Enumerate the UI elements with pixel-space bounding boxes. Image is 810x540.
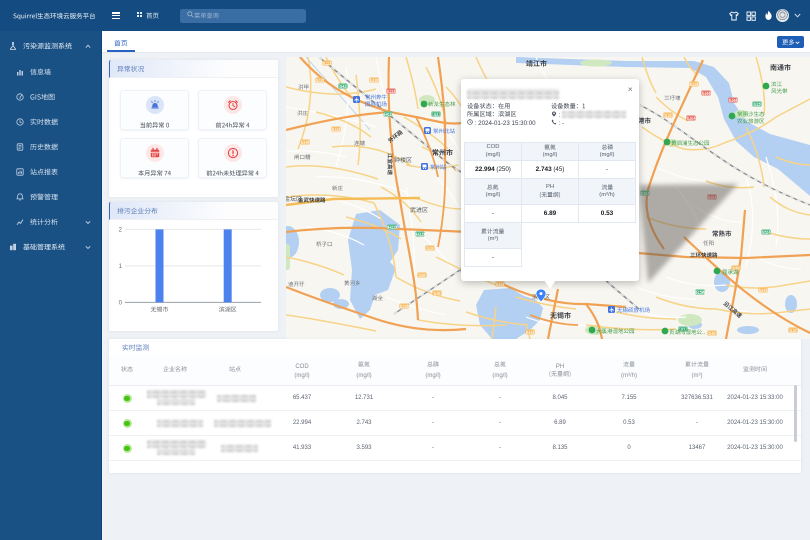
svg-text:S343: S343 bbox=[759, 289, 767, 293]
svg-text:S340: S340 bbox=[301, 141, 309, 145]
svg-text:G524: G524 bbox=[762, 231, 771, 235]
svg-text:S19: S19 bbox=[790, 329, 796, 333]
svg-text:G15W: G15W bbox=[695, 291, 706, 295]
svg-text:G346: G346 bbox=[729, 99, 738, 103]
svg-text:1: 1 bbox=[119, 264, 123, 270]
svg-text:S338: S338 bbox=[690, 83, 698, 87]
svg-text:2: 2 bbox=[119, 228, 123, 234]
svg-text:S239: S239 bbox=[316, 79, 324, 83]
svg-text:S19: S19 bbox=[665, 114, 671, 118]
svg-text:S338: S338 bbox=[370, 79, 378, 83]
svg-text:G15: G15 bbox=[754, 103, 761, 107]
svg-text:S58: S58 bbox=[419, 274, 425, 278]
svg-text:G346: G346 bbox=[702, 92, 711, 96]
svg-text:S122: S122 bbox=[323, 62, 331, 66]
svg-text:S230: S230 bbox=[400, 305, 408, 309]
svg-text:G4221: G4221 bbox=[415, 233, 426, 237]
svg-text:S232: S232 bbox=[332, 128, 340, 132]
svg-text:S342: S342 bbox=[496, 283, 504, 287]
svg-text:G2: G2 bbox=[434, 113, 439, 117]
svg-text:G4221: G4221 bbox=[387, 226, 398, 230]
svg-text:G4011: G4011 bbox=[383, 113, 393, 117]
svg-text:G233: G233 bbox=[387, 90, 396, 94]
svg-text:G204: G204 bbox=[687, 117, 696, 121]
svg-text:S48: S48 bbox=[709, 332, 715, 336]
svg-text:0: 0 bbox=[119, 301, 123, 307]
svg-text:S48: S48 bbox=[434, 292, 440, 296]
svg-text:S342: S342 bbox=[526, 331, 534, 335]
svg-text:S39: S39 bbox=[427, 247, 433, 251]
svg-text:G42: G42 bbox=[340, 85, 347, 89]
